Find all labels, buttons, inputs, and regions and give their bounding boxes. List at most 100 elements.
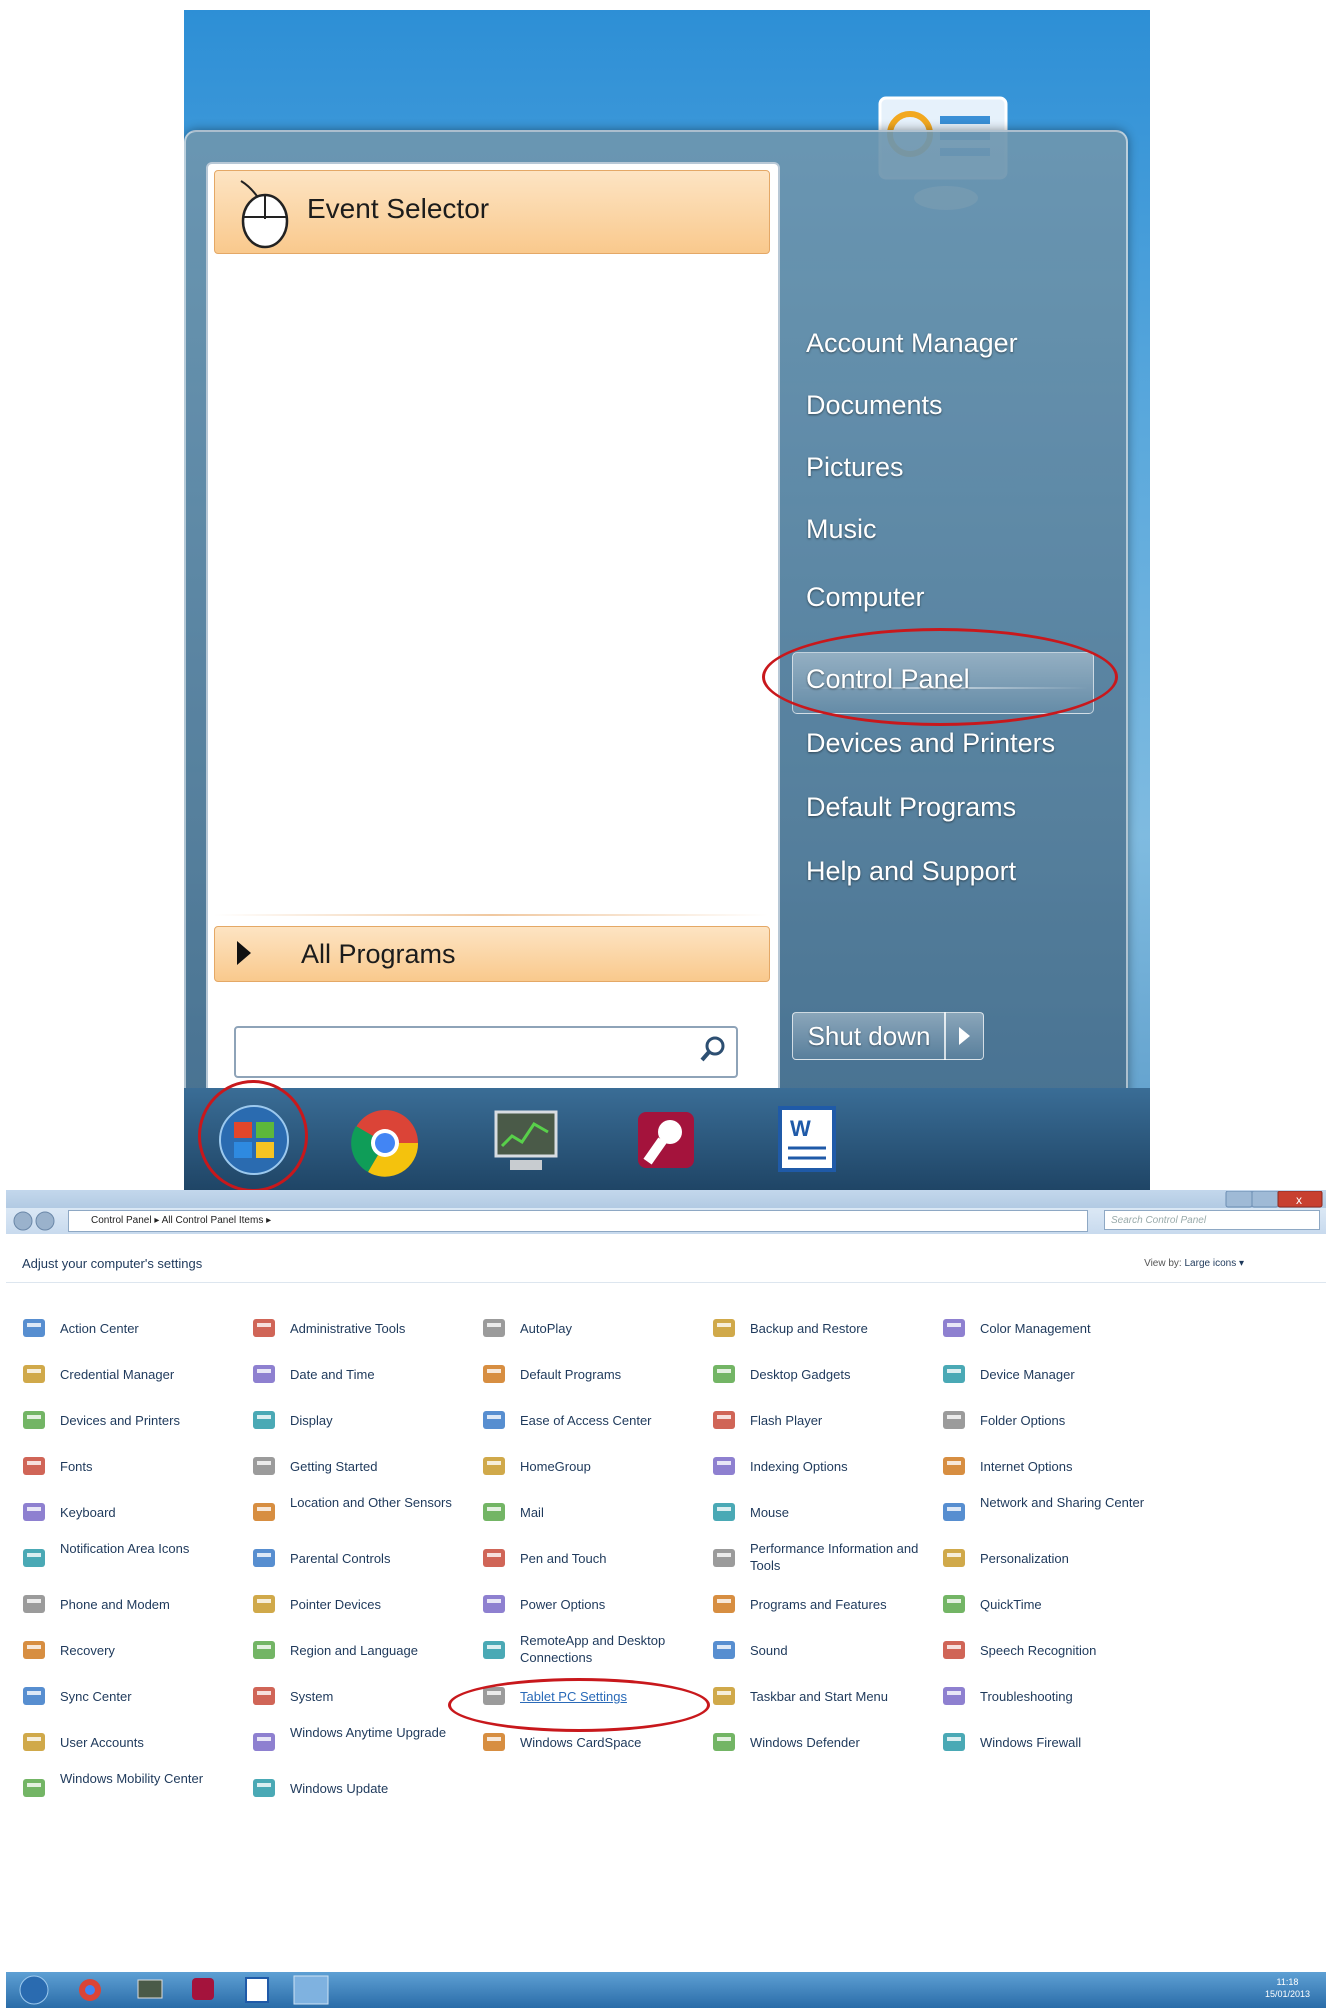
start-search-input[interactable] bbox=[234, 1026, 738, 1078]
bottom-taskbar: 11:18 15/01/2013 bbox=[6, 1972, 1326, 2008]
windows-update-icon bbox=[250, 1774, 278, 1802]
cp-item-getting-started[interactable]: Getting Started bbox=[250, 1450, 470, 1490]
cp-item-region-and-language[interactable]: Region and Language bbox=[250, 1634, 470, 1674]
cp-item-network-and-sharing-center[interactable]: Network and Sharing Center bbox=[940, 1495, 1160, 1536]
divider bbox=[214, 914, 768, 916]
cp-item-date-and-time[interactable]: Date and Time bbox=[250, 1358, 470, 1398]
cp-item-location-and-other-sensors[interactable]: Location and Other Sensors bbox=[250, 1495, 470, 1536]
cp-item-default-programs[interactable]: Default Programs bbox=[480, 1358, 700, 1398]
cp-item-performance-information-and-tools[interactable]: Performance Information and Tools bbox=[710, 1541, 930, 1582]
clock[interactable]: 11:18 15/01/2013 bbox=[1265, 1976, 1310, 2000]
cp-item-autoplay[interactable]: AutoPlay bbox=[480, 1312, 700, 1352]
computer-link[interactable]: Computer bbox=[806, 582, 925, 613]
search-icon bbox=[700, 1036, 725, 1062]
cp-item-windows-cardspace[interactable]: Windows CardSpace bbox=[480, 1726, 700, 1766]
cp-item-administrative-tools[interactable]: Administrative Tools bbox=[250, 1312, 470, 1352]
cp-item-label: Windows Firewall bbox=[980, 1735, 1082, 1750]
cp-item-windows-update[interactable]: Windows Update bbox=[250, 1772, 470, 1812]
cp-item-quicktime[interactable]: QuickTime bbox=[940, 1588, 1160, 1628]
cp-item-indexing-options[interactable]: Indexing Options bbox=[710, 1450, 930, 1490]
cp-item-backup-and-restore[interactable]: Backup and Restore bbox=[710, 1312, 930, 1352]
event-selector-item[interactable]: Event Selector bbox=[214, 170, 770, 254]
view-by-control[interactable]: View by: Large icons ▾ bbox=[1144, 1258, 1244, 1269]
cp-item-label: User Accounts bbox=[60, 1735, 144, 1750]
cp-item-devices-and-printers[interactable]: Devices and Printers bbox=[20, 1404, 240, 1444]
help-and-support-link[interactable]: Help and Support bbox=[806, 856, 1016, 887]
cp-item-user-accounts[interactable]: User Accounts bbox=[20, 1726, 240, 1766]
cp-item-personalization[interactable]: Personalization bbox=[940, 1542, 1160, 1582]
cp-item-label: Parental Controls bbox=[290, 1551, 391, 1566]
cp-item-speech-recognition[interactable]: Speech Recognition bbox=[940, 1634, 1160, 1674]
default-programs-link[interactable]: Default Programs bbox=[806, 792, 1016, 823]
view-by-value[interactable]: Large icons ▾ bbox=[1185, 1258, 1245, 1269]
svg-text:x: x bbox=[1296, 1193, 1302, 1207]
programs-pane: Event Selector All Programs bbox=[206, 162, 780, 1096]
cp-item-parental-controls[interactable]: Parental Controls bbox=[250, 1542, 470, 1582]
back-forward-icon[interactable] bbox=[12, 1210, 62, 1232]
cp-item-windows-firewall[interactable]: Windows Firewall bbox=[940, 1726, 1160, 1766]
monitor-chart-icon[interactable] bbox=[490, 1106, 562, 1176]
cp-item-mail[interactable]: Mail bbox=[480, 1496, 700, 1536]
phone-and-modem-icon bbox=[20, 1590, 48, 1618]
shutdown-options-button[interactable] bbox=[944, 1012, 984, 1060]
cp-item-label: Pen and Touch bbox=[520, 1551, 607, 1566]
word-icon[interactable]: W bbox=[770, 1102, 844, 1176]
all-programs-button[interactable]: All Programs bbox=[214, 926, 770, 982]
pen-and-touch-icon bbox=[480, 1544, 508, 1572]
cp-item-keyboard[interactable]: Keyboard bbox=[20, 1496, 240, 1536]
cp-item-action-center[interactable]: Action Center bbox=[20, 1312, 240, 1352]
cp-item-device-manager[interactable]: Device Manager bbox=[940, 1358, 1160, 1398]
cp-item-taskbar-and-start-menu[interactable]: Taskbar and Start Menu bbox=[710, 1680, 930, 1720]
cp-item-credential-manager[interactable]: Credential Manager bbox=[20, 1358, 240, 1398]
cp-item-label: Phone and Modem bbox=[60, 1597, 170, 1612]
cp-item-label: Getting Started bbox=[290, 1459, 378, 1474]
cp-item-windows-mobility-center[interactable]: Windows Mobility Center bbox=[20, 1771, 240, 1812]
cp-item-homegroup[interactable]: HomeGroup bbox=[480, 1450, 700, 1490]
cp-item-label: Device Manager bbox=[980, 1367, 1075, 1382]
account-manager-link[interactable]: Account Manager bbox=[806, 328, 1018, 359]
cp-item-power-options[interactable]: Power Options bbox=[480, 1588, 700, 1628]
cp-item-windows-anytime-upgrade[interactable]: Windows Anytime Upgrade bbox=[250, 1725, 470, 1766]
search-input[interactable]: Search Control Panel bbox=[1104, 1210, 1320, 1230]
cp-item-notification-area-icons[interactable]: Notification Area Icons bbox=[20, 1541, 240, 1582]
cp-item-internet-options[interactable]: Internet Options bbox=[940, 1450, 1160, 1490]
taskbar-icons[interactable] bbox=[6, 1972, 336, 2008]
region-and-language-icon bbox=[250, 1636, 278, 1664]
chrome-icon[interactable] bbox=[348, 1106, 422, 1180]
cp-item-pen-and-touch[interactable]: Pen and Touch bbox=[480, 1542, 700, 1582]
cp-item-fonts[interactable]: Fonts bbox=[20, 1450, 240, 1490]
window-controls[interactable]: x bbox=[1224, 1191, 1324, 1209]
cp-item-sync-center[interactable]: Sync Center bbox=[20, 1680, 240, 1720]
cp-item-windows-defender[interactable]: Windows Defender bbox=[710, 1726, 930, 1766]
cp-item-remoteapp-and-desktop-connections[interactable]: RemoteApp and Desktop Connections bbox=[480, 1633, 700, 1674]
cp-item-label: Speech Recognition bbox=[980, 1643, 1097, 1658]
address-field[interactable]: Control Panel ▸ All Control Panel Items … bbox=[68, 1210, 1088, 1232]
cp-item-display[interactable]: Display bbox=[250, 1404, 470, 1444]
documents-link[interactable]: Documents bbox=[806, 390, 943, 421]
access-key-icon[interactable] bbox=[630, 1104, 702, 1176]
cp-item-color-management[interactable]: Color Management bbox=[940, 1312, 1160, 1352]
sync-center-icon bbox=[20, 1682, 48, 1710]
cp-item-mouse[interactable]: Mouse bbox=[710, 1496, 930, 1536]
cp-item-ease-of-access-center[interactable]: Ease of Access Center bbox=[480, 1404, 700, 1444]
windows-cardspace-icon bbox=[480, 1728, 508, 1756]
cp-item-sound[interactable]: Sound bbox=[710, 1634, 930, 1674]
cp-item-programs-and-features[interactable]: Programs and Features bbox=[710, 1588, 930, 1628]
speech-recognition-icon bbox=[940, 1636, 968, 1664]
highlight-circle bbox=[198, 1080, 308, 1190]
windows-anytime-upgrade-icon bbox=[250, 1728, 278, 1756]
cp-item-phone-and-modem[interactable]: Phone and Modem bbox=[20, 1588, 240, 1628]
pictures-link[interactable]: Pictures bbox=[806, 452, 904, 483]
devices-and-printers-link[interactable]: Devices and Printers bbox=[806, 728, 1055, 759]
cp-item-flash-player[interactable]: Flash Player bbox=[710, 1404, 930, 1444]
cp-item-folder-options[interactable]: Folder Options bbox=[940, 1404, 1160, 1444]
cp-item-recovery[interactable]: Recovery bbox=[20, 1634, 240, 1674]
shutdown-button[interactable]: Shut down bbox=[792, 1012, 946, 1060]
cp-item-troubleshooting[interactable]: Troubleshooting bbox=[940, 1680, 1160, 1720]
homegroup-icon bbox=[480, 1452, 508, 1480]
cp-item-desktop-gadgets[interactable]: Desktop Gadgets bbox=[710, 1358, 930, 1398]
cp-item-pointer-devices[interactable]: Pointer Devices bbox=[250, 1588, 470, 1628]
music-link[interactable]: Music bbox=[806, 514, 877, 545]
cp-item-system[interactable]: System bbox=[250, 1680, 470, 1720]
cp-item-label: Windows Defender bbox=[750, 1735, 860, 1750]
